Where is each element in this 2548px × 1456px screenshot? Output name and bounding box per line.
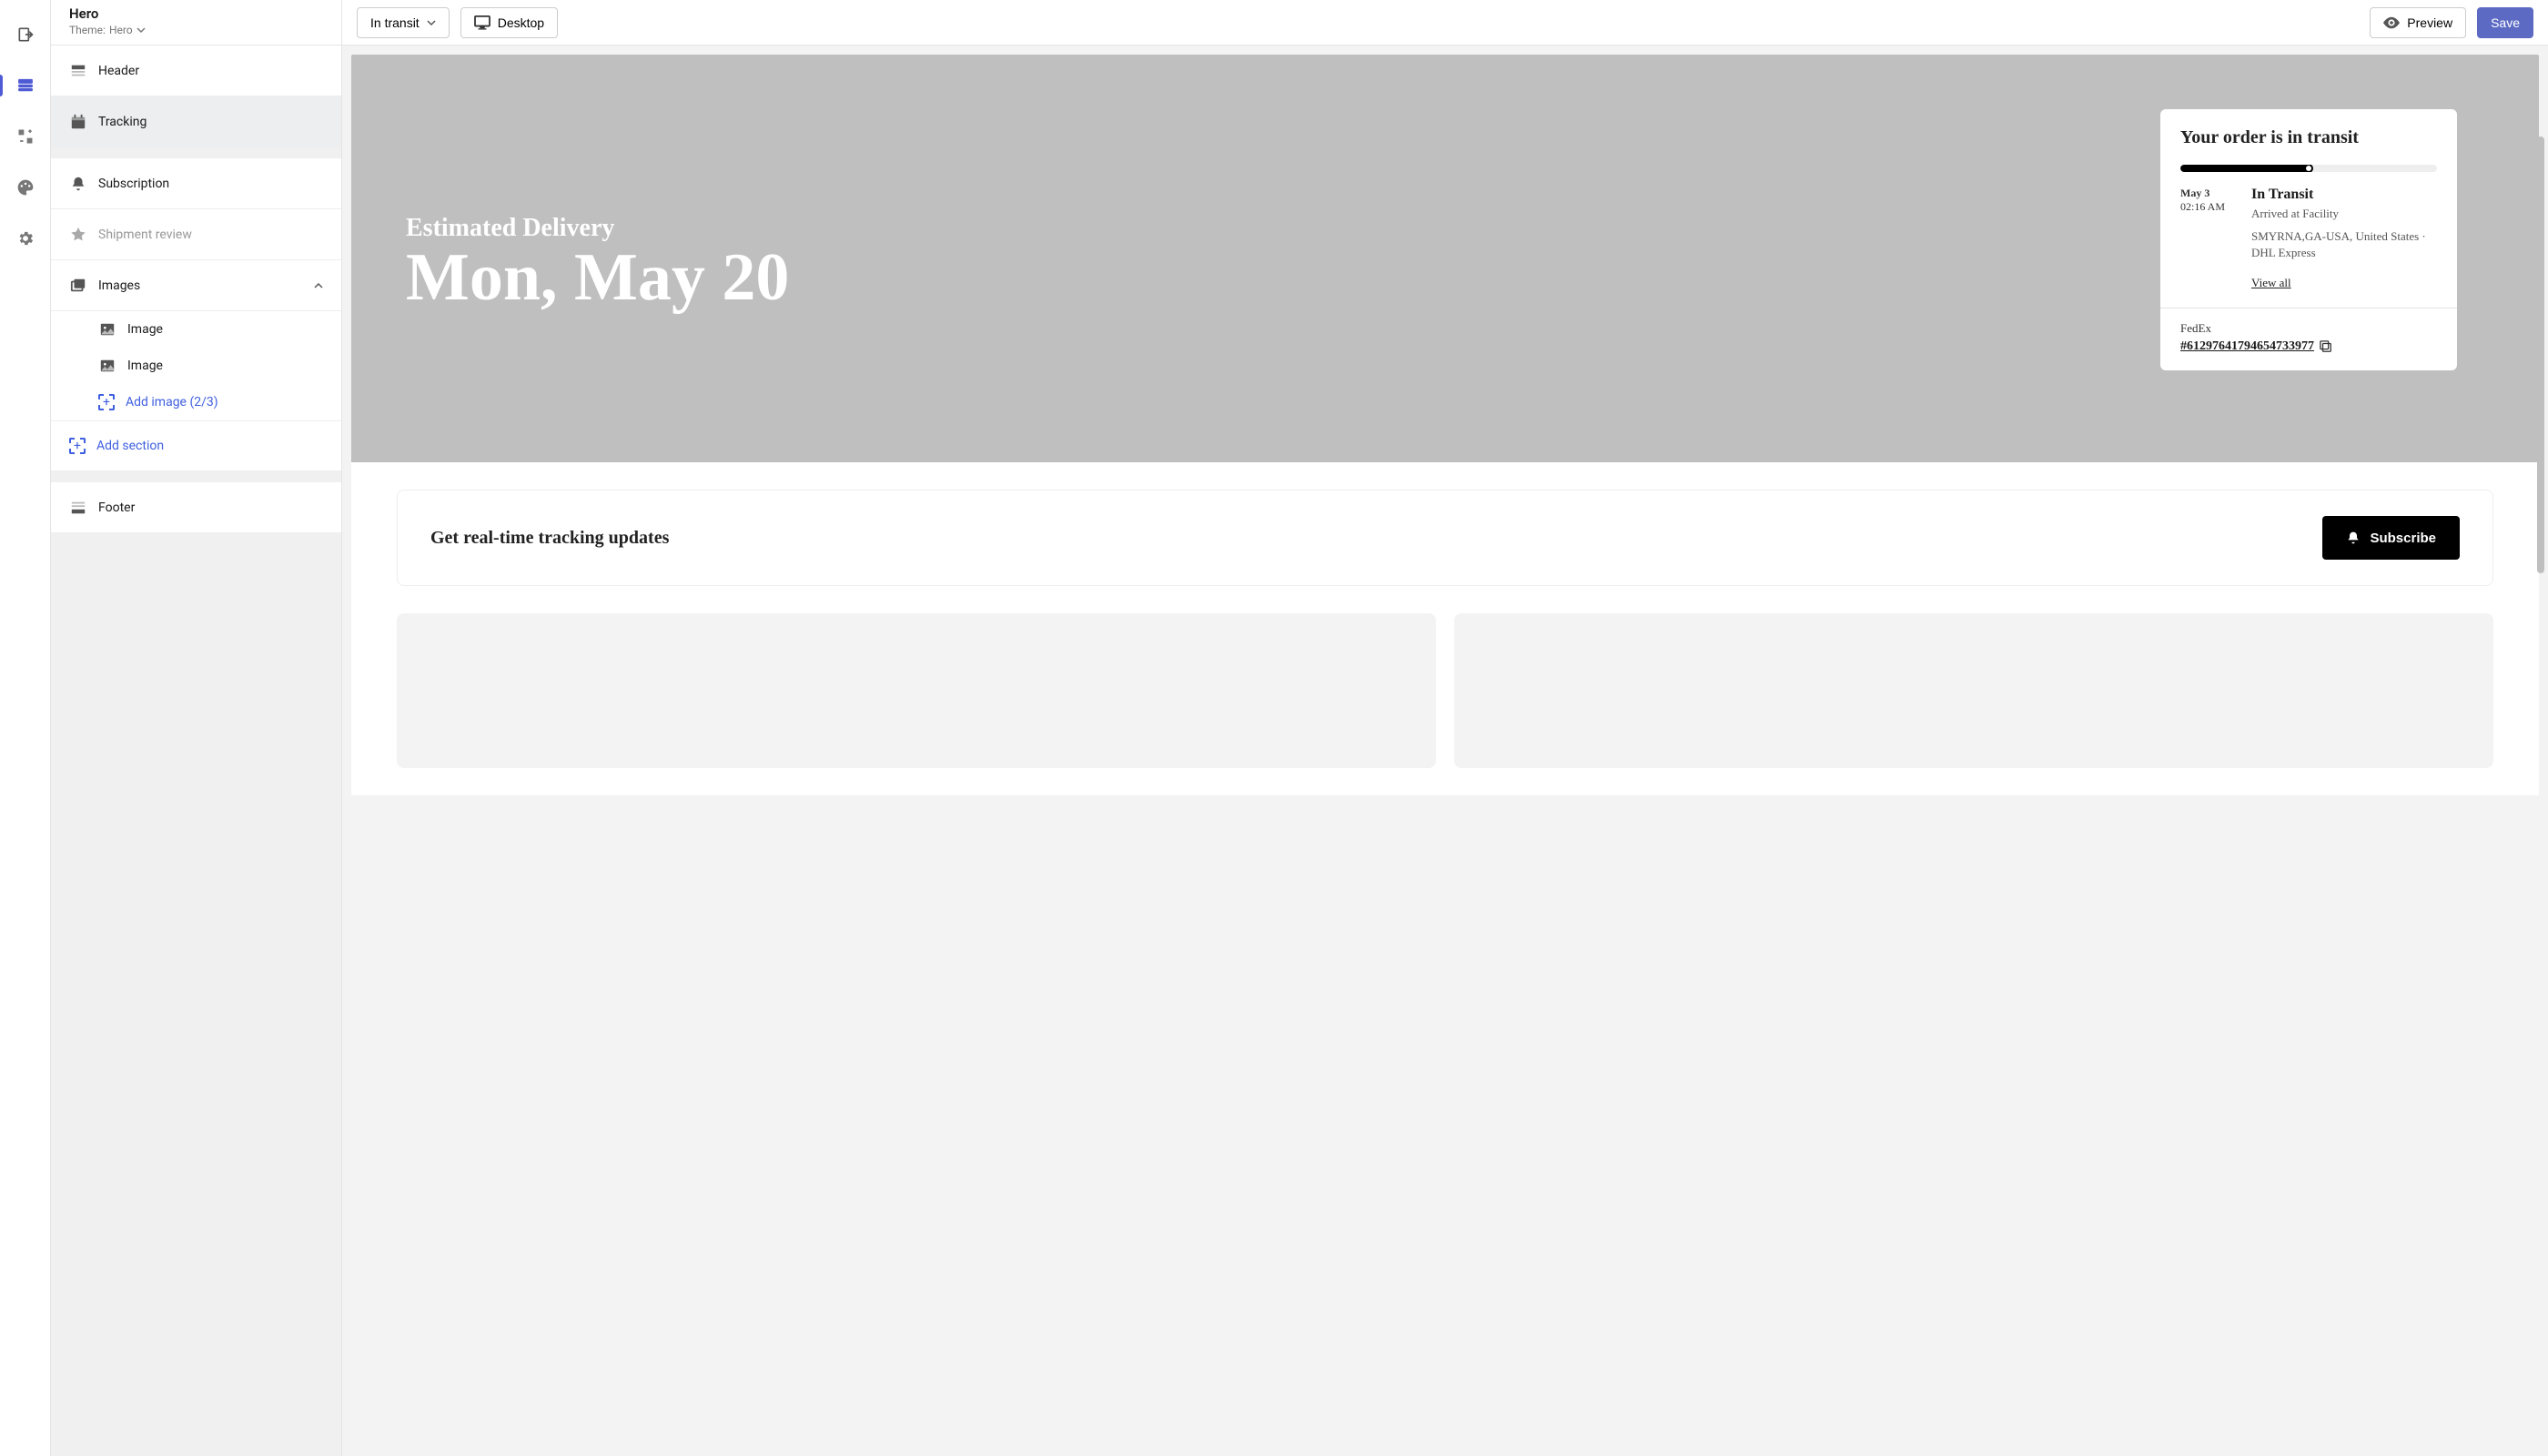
preview-button[interactable]: Preview: [2370, 7, 2466, 38]
image-item-1[interactable]: Image: [98, 311, 341, 348]
tracking-card: Your order is in transit May 3 02:16 AM …: [2160, 109, 2457, 370]
bell-icon: [2346, 531, 2361, 545]
add-image-button[interactable]: + Add image (2/3): [98, 384, 341, 420]
chevron-down-icon: [427, 18, 436, 27]
image-item-1-label: Image: [127, 322, 163, 337]
section-footer-label: Footer: [98, 500, 135, 515]
device-toggle-label: Desktop: [498, 15, 544, 30]
desktop-icon: [474, 15, 490, 30]
section-header-label: Header: [98, 64, 139, 78]
status-dropdown-label: In transit: [370, 15, 420, 30]
status-dropdown[interactable]: In transit: [357, 7, 450, 38]
add-section-label: Add section: [96, 439, 164, 453]
subscribe-button[interactable]: Subscribe: [2322, 516, 2460, 560]
tracking-substatus: Arrived at Facility: [2251, 207, 2437, 221]
section-images-label: Images: [98, 278, 140, 293]
tracking-time: 02:16 AM: [2180, 200, 2235, 214]
save-button[interactable]: Save: [2477, 7, 2533, 38]
add-section-button[interactable]: + Add section: [51, 420, 341, 471]
tracking-number-text: #61297641794654733977: [2180, 339, 2314, 354]
header-icon: [69, 62, 87, 80]
subscribe-card: Get real-time tracking updates Subscribe: [397, 490, 2493, 586]
nav-rail: [0, 0, 51, 1456]
tracking-status: In Transit: [2251, 187, 2437, 203]
section-images[interactable]: Images: [51, 260, 341, 311]
section-subscription-label: Subscription: [98, 177, 169, 191]
tracking-date: May 3: [2180, 187, 2235, 200]
tracking-timestamp: May 3 02:16 AM: [2180, 187, 2235, 291]
tracking-number[interactable]: #61297641794654733977: [2180, 339, 2332, 354]
images-section: [397, 613, 2493, 768]
image-placeholder-2: [1454, 613, 2493, 768]
hero-section: Estimated Delivery Mon, May 20 Your orde…: [351, 55, 2539, 462]
section-shipment-review[interactable]: Shipment review: [51, 209, 341, 260]
section-subscription[interactable]: Subscription: [51, 158, 341, 209]
images-icon: [69, 277, 87, 295]
tracking-view-all[interactable]: View all: [2251, 276, 2291, 290]
sections-sidebar: Header Tracking Subscription Shipment re…: [51, 46, 341, 1456]
subscribe-button-label: Subscribe: [2370, 531, 2436, 546]
theme-selector[interactable]: Theme: Hero: [69, 24, 323, 36]
device-toggle[interactable]: Desktop: [460, 7, 558, 38]
tracking-carrier: FedEx: [2180, 321, 2437, 336]
add-icon: +: [69, 438, 86, 454]
theme-name: Hero: [109, 24, 133, 36]
preview-canvas[interactable]: Estimated Delivery Mon, May 20 Your orde…: [342, 46, 2548, 1456]
subscribe-title: Get real-time tracking updates: [430, 528, 669, 549]
preview-button-label: Preview: [2407, 15, 2452, 30]
page-title: Hero: [69, 5, 323, 22]
bell-icon: [69, 175, 87, 193]
tracking-progress: [2180, 165, 2437, 172]
section-tracking[interactable]: Tracking: [51, 96, 341, 147]
nav-blocks[interactable]: [0, 111, 50, 162]
section-shipment-review-label: Shipment review: [98, 228, 192, 242]
nav-theme[interactable]: [0, 162, 50, 213]
scrollbar-thumb[interactable]: [2537, 136, 2544, 573]
chevron-down-icon: [136, 25, 146, 35]
star-icon: [69, 226, 87, 244]
nav-settings[interactable]: [0, 213, 50, 264]
section-header[interactable]: Header: [51, 46, 341, 96]
footer-icon: [69, 499, 87, 517]
section-footer[interactable]: Footer: [51, 482, 341, 533]
image-item-2[interactable]: Image: [98, 348, 341, 384]
image-placeholder-1: [397, 613, 1436, 768]
image-icon: [98, 357, 116, 375]
page-header: Hero Theme: Hero: [51, 0, 341, 46]
save-button-label: Save: [2491, 15, 2520, 30]
image-item-2-label: Image: [127, 359, 163, 373]
eye-icon: [2383, 16, 2400, 29]
chevron-up-icon: [314, 281, 323, 290]
topbar: In transit Desktop Preview Save: [342, 0, 2548, 46]
calendar-icon: [69, 113, 87, 131]
nav-sections[interactable]: [0, 60, 50, 111]
add-image-label: Add image (2/3): [126, 395, 218, 410]
add-icon: +: [98, 394, 115, 410]
exit-button[interactable]: [0, 9, 50, 60]
copy-icon[interactable]: [2320, 340, 2332, 353]
tracking-card-title: Your order is in transit: [2180, 127, 2437, 148]
section-tracking-label: Tracking: [98, 115, 147, 129]
tracking-location: SMYRNA,GA-USA, United States · DHL Expre…: [2251, 228, 2437, 261]
image-icon: [98, 320, 116, 339]
theme-prefix: Theme:: [69, 24, 106, 36]
